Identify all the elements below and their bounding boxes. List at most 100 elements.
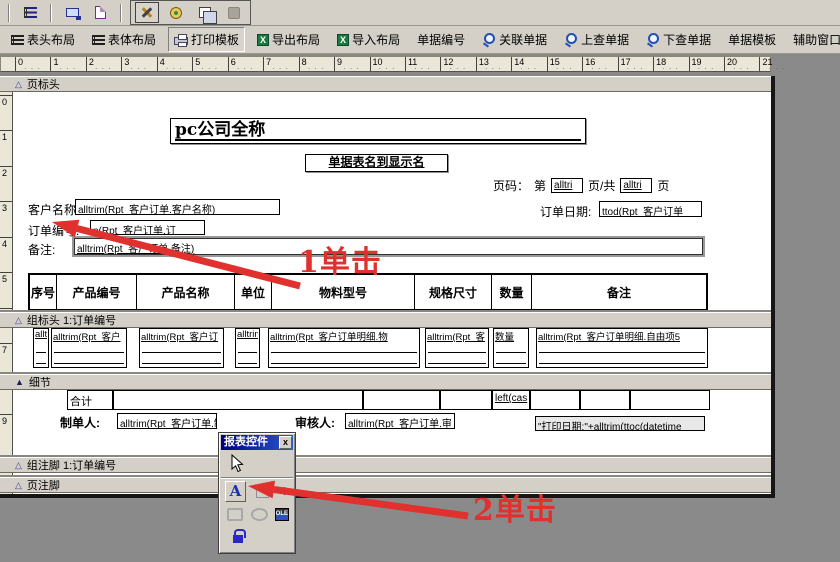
ellipse-tool[interactable] <box>251 508 267 521</box>
total-cell[interactable] <box>440 390 492 410</box>
total-cell[interactable] <box>363 390 440 410</box>
ruler-mark-h: 14 <box>511 57 546 71</box>
detail-field[interactable]: alltrim(Rpt_客户 <box>51 328 127 368</box>
total-cell[interactable]: 合计 <box>67 390 113 410</box>
detail-field-line <box>54 342 124 353</box>
toolbar-button-label: 单据编号 <box>417 31 465 48</box>
line-tool[interactable]: + <box>280 484 289 499</box>
excel-icon: X <box>257 34 269 46</box>
total-cell[interactable]: left(cas <box>492 390 530 410</box>
maker-field[interactable]: alltrim(Rpt_客户订单.制 <box>117 413 217 429</box>
detail-field[interactable]: alltrim(Rpt_客 <box>425 328 489 368</box>
windows-button[interactable] <box>193 2 217 23</box>
company-title-text: pc公司全称 <box>175 120 581 141</box>
send-button[interactable] <box>222 2 246 23</box>
auditor-field[interactable]: alltrim(Rpt_客户订单.审 <box>345 413 455 429</box>
print-date-field[interactable]: "打印日期:"+alltrim(ttoc(datetime <box>535 416 705 431</box>
order-date-label: 订单日期: <box>540 203 591 220</box>
detail-field-line <box>496 342 526 353</box>
table-header-cell[interactable]: 备注 <box>532 275 706 309</box>
company-title-field[interactable]: pc公司全称 <box>170 118 586 144</box>
toolbar-button-header-layout[interactable]: 表头布局 <box>6 28 80 51</box>
pointer-tool[interactable] <box>231 454 244 473</box>
table-header-cell[interactable]: 序号 <box>30 275 57 309</box>
ruler-mark-h: 4 <box>157 57 192 71</box>
order-date-field[interactable]: ttod(Rpt_客户订单 <box>599 201 702 217</box>
detail-field-line <box>142 353 221 364</box>
detail-field[interactable]: alltrim(Rpt_客户订 <box>139 328 224 368</box>
toolbar-button-print-template[interactable]: 打印模板 <box>168 27 245 52</box>
toolbar-button-related-doc[interactable]: 关联单据 <box>477 28 552 51</box>
band-toggle-icon: ▲ <box>15 378 24 387</box>
magnifier-icon <box>646 33 660 47</box>
computer-icon <box>66 8 79 17</box>
total-cell[interactable] <box>630 390 710 410</box>
order-no-field[interactable]: n(Rpt_客户订单.订 <box>90 220 205 235</box>
table-header-cell[interactable]: 数量 <box>492 275 532 309</box>
label-tool[interactable]: A <box>225 481 246 502</box>
total-row: 合计 left(cas <box>0 390 771 410</box>
band-bar-page-footer[interactable]: △页注脚 <box>0 477 771 493</box>
band-label: 组标头 1:订单编号 <box>27 312 116 328</box>
ruler-mark-v: 0 <box>0 95 12 129</box>
pageno-label: 页码： <box>493 177 529 194</box>
band-bar-detail[interactable]: ▲细节 <box>0 374 771 390</box>
rectangle-tool[interactable] <box>227 508 243 521</box>
table-header-cell[interactable]: 产品编号 <box>57 275 137 309</box>
toolbar-button-aux-window[interactable]: 辅助窗口 <box>788 28 840 51</box>
toolbar-button-label: 导出布局 <box>272 31 320 48</box>
toolbar-button-export-layout[interactable]: X导出布局 <box>252 28 325 51</box>
toolbar-button-label: 打印模板 <box>191 31 239 48</box>
toolbar-button-lookup-down[interactable]: 下查单据 <box>641 28 716 51</box>
palette-button[interactable] <box>164 2 188 23</box>
customer-name-field[interactable]: alltrim(Rpt_客户订单.客户名称) <box>75 199 280 215</box>
toolbox-title: 报表控件 <box>224 435 268 450</box>
field-tool[interactable] <box>256 485 269 498</box>
report-controls-toolbox[interactable]: 报表控件 x A + OLE <box>218 432 296 554</box>
table-header-cell[interactable]: 单位 <box>235 275 272 309</box>
band-bar-group-footer[interactable]: △组注脚 1:订单编号 <box>0 457 771 473</box>
ruler-mark-h: 16 <box>582 57 617 71</box>
ruler-mark-v: 1 <box>0 130 12 164</box>
table-header-cell[interactable]: 产品名称 <box>137 275 235 309</box>
detail-field[interactable]: 数量 <box>493 328 529 368</box>
new-doc-button[interactable] <box>88 2 112 23</box>
total-cell[interactable] <box>580 390 630 410</box>
toolbox-titlebar[interactable]: 报表控件 x <box>221 435 293 450</box>
toolbar-button-doc-number[interactable]: 单据编号 <box>412 28 470 51</box>
total-cell[interactable] <box>530 390 580 410</box>
toolbar-button-lookup-up[interactable]: 上查单据 <box>559 28 634 51</box>
table-header-cell[interactable]: 物料型号 <box>272 275 415 309</box>
doc-name-field[interactable]: 单据表名到显示名 <box>305 154 448 172</box>
toolbox-row: OLE <box>221 505 293 524</box>
toolbar-button-import-layout[interactable]: X导入布局 <box>332 28 405 51</box>
toolbar-button-doc-template[interactable]: 单据模板 <box>723 28 781 51</box>
detail-field[interactable]: alltrim <box>235 328 260 368</box>
detail-field[interactable]: alltrim(Rpt_客户订单明细.物 <box>268 328 420 368</box>
pageno-field-current[interactable]: alltri <box>551 178 583 193</box>
pageno-field-total[interactable]: alltri <box>620 178 652 193</box>
pageno-seg1: 第 <box>534 177 546 194</box>
ruler-mark-h: 12 <box>440 57 475 71</box>
total-cell[interactable] <box>113 390 363 410</box>
band-bar-group-header[interactable]: △组标头 1:订单编号 <box>0 312 771 328</box>
close-icon[interactable]: x <box>279 436 292 449</box>
lock-tool[interactable] <box>233 535 243 543</box>
table-header-cell[interactable]: 规格尺寸 <box>415 275 492 309</box>
ruler-mark-h: 3 <box>121 57 156 71</box>
ruler-mark-h: 11 <box>405 57 440 71</box>
toolbar-button-body-layout[interactable]: 表体布局 <box>87 28 161 51</box>
computer-button[interactable] <box>60 2 84 23</box>
ruler-mark-h: 6 <box>228 57 263 71</box>
vertical-ruler: 0123456789 <box>0 76 13 494</box>
pageno-seg2: 页/共 <box>588 177 615 194</box>
remark-field[interactable]: alltrim(Rpt_客户订单.备注) <box>74 238 703 255</box>
detail-field-expr: alltrim(Rpt_客户 <box>53 329 125 342</box>
tools-button[interactable] <box>135 2 159 23</box>
outline-button[interactable] <box>18 2 42 23</box>
ole-tool[interactable]: OLE <box>275 508 289 521</box>
detail-field[interactable]: allt <box>33 328 49 368</box>
detail-field[interactable]: alltrim(Rpt_客户订单明细.自由项5 <box>536 328 708 368</box>
band-bar-page-header[interactable]: △页标头 <box>0 76 771 92</box>
ruler-mark-h: 20 <box>724 57 759 71</box>
